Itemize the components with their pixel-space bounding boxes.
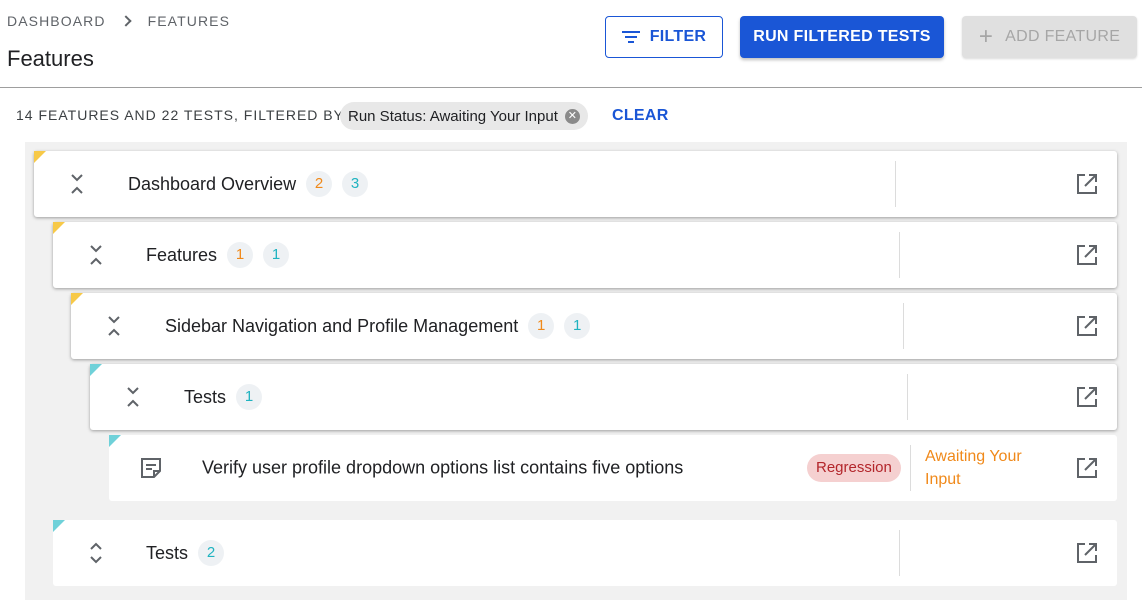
feature-row[interactable]: Dashboard Overview 2 3 [34,151,1117,217]
row-divider [903,303,904,349]
filter-chip[interactable]: Run Status: Awaiting Your Input ✕ [340,102,588,130]
status-corner-marker [71,293,83,305]
test-count-badge: 3 [342,171,369,197]
open-in-new-icon[interactable] [1075,243,1099,267]
feature-title-group: Features 1 1 [146,242,290,268]
filter-button-label: FILTER [649,28,707,45]
filter-button[interactable]: FILTER [605,16,723,58]
test-count-badge: 1 [236,384,263,410]
row-divider [899,232,900,278]
tests-group-row[interactable]: Tests 1 [90,364,1117,430]
feature-title-group: Dashboard Overview 2 3 [128,171,369,197]
feature-title[interactable]: Sidebar Navigation and Profile Managemen… [165,316,518,337]
run-filtered-tests-label: RUN FILTERED TESTS [753,28,931,45]
test-case-title[interactable]: Verify user profile dropdown options lis… [202,458,683,479]
test-count-badge: 2 [198,540,225,566]
status-corner-marker [109,435,121,447]
tests-title-group: Tests 2 [146,540,225,566]
tests-title-group: Tests 1 [184,384,263,410]
filter-icon [621,31,640,43]
expand-icon[interactable] [89,541,103,565]
add-feature-label: ADD FEATURE [1005,28,1121,45]
document-icon [141,458,161,478]
row-divider [907,374,908,420]
feature-row[interactable]: Sidebar Navigation and Profile Managemen… [71,293,1117,359]
row-divider [895,161,896,207]
tests-group-row[interactable]: Tests 2 [53,520,1117,586]
open-in-new-icon[interactable] [1075,385,1099,409]
collapse-icon[interactable] [107,314,121,338]
open-in-new-icon[interactable] [1075,314,1099,338]
feature-tree-panel: Dashboard Overview 2 3 Features 1 1 Side… [25,142,1127,600]
feature-count-badge: 1 [227,242,254,268]
status-corner-marker [53,222,65,234]
filter-chip-label: Run Status: Awaiting Your Input [348,107,558,125]
open-in-new-icon[interactable] [1075,172,1099,196]
test-case-row[interactable]: Verify user profile dropdown options lis… [109,435,1117,501]
collapse-icon[interactable] [89,243,103,267]
status-corner-marker [90,364,102,376]
breadcrumb-current: FEATURES [147,13,231,29]
feature-title-group: Sidebar Navigation and Profile Managemen… [165,313,591,339]
add-feature-button[interactable]: + ADD FEATURE [962,16,1137,58]
open-in-new-icon[interactable] [1075,541,1099,565]
feature-row[interactable]: Features 1 1 [53,222,1117,288]
run-status-text: Awaiting Your Input [925,448,1022,488]
feature-title[interactable]: Dashboard Overview [128,174,296,195]
status-corner-marker [34,151,46,163]
feature-title[interactable]: Features [146,245,217,266]
test-count-badge: 1 [263,242,290,268]
page-header: DASHBOARD FEATURES Features FILTER RUN F… [0,0,1142,88]
collapse-icon[interactable] [70,172,84,196]
run-filtered-tests-button[interactable]: RUN FILTERED TESTS [740,16,944,58]
collapse-icon[interactable] [126,385,140,409]
open-in-new-icon[interactable] [1075,456,1099,480]
test-case-title-group: Verify user profile dropdown options lis… [202,458,683,479]
regression-tag: Regression [807,454,901,482]
row-divider [899,530,900,576]
feature-count-badge: 2 [306,171,333,197]
chevron-right-icon [119,15,132,27]
remove-filter-icon[interactable]: ✕ [564,108,580,124]
status-corner-marker [53,520,65,532]
tests-group-title[interactable]: Tests [184,387,226,408]
breadcrumb: DASHBOARD FEATURES [7,13,230,29]
test-count-badge: 1 [564,313,591,339]
tests-group-title[interactable]: Tests [146,543,188,564]
clear-filters-button[interactable]: CLEAR [612,107,669,125]
plus-icon: + [978,23,994,50]
filter-summary-text: 14 FEATURES AND 22 TESTS, FILTERED BY [16,107,344,123]
feature-count-badge: 1 [528,313,555,339]
breadcrumb-dashboard-link[interactable]: DASHBOARD [7,13,106,29]
row-divider [910,445,911,491]
page-title: Features [7,46,94,71]
